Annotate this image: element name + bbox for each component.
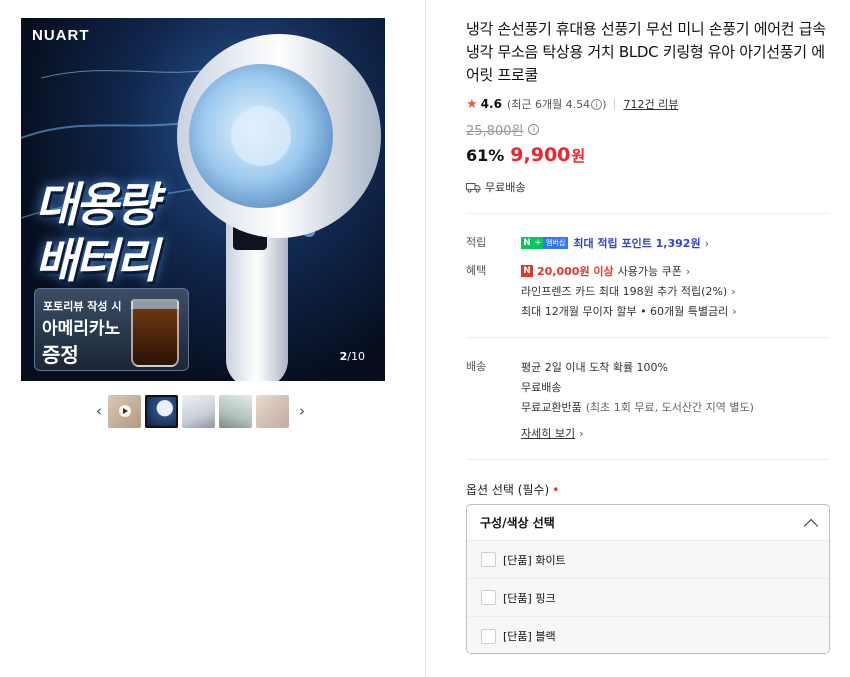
product-summary: 냉각 손선풍기 휴대용 선풍기 무선 미니 손풍기 에어컨 급속냉각 무소음 탁… [466, 18, 830, 195]
chevron-left-icon[interactable]: ‹ [90, 394, 108, 428]
product-title: 냉각 손선풍기 휴대용 선풍기 무선 미니 손풍기 에어컨 급속냉각 무소음 탁… [466, 20, 826, 84]
section-divider [466, 459, 830, 460]
thumbnail-product-fan[interactable] [145, 394, 178, 428]
discount-rate: 61% [466, 146, 505, 165]
delivery-arrival: 평균 2일 이내 도착 확률 100% [521, 361, 669, 374]
more-link-text: 자세히 보기 [521, 427, 576, 440]
checkbox[interactable] [481, 552, 496, 567]
delivery-more-link[interactable]: 자세히 보기 › [521, 423, 831, 443]
sale-price-row: 61% 9,900 원 [466, 144, 830, 166]
star-icon: ★ [466, 96, 478, 112]
main-product-image[interactable]: NUART 대용량 배터리 포토리뷰 작성 시 아메리카노 증정 2/10 [21, 18, 385, 381]
checkbox[interactable] [481, 590, 496, 605]
shipping-row: 무료배송 [466, 179, 830, 195]
option-select-toggle[interactable]: 구성/색상 선택 [467, 505, 829, 541]
image-counter: 2/10 [339, 350, 365, 363]
iced-coffee-icon [131, 299, 179, 367]
option-select-label: 구성/색상 선택 [480, 516, 555, 530]
option-item[interactable]: [단품] 화이트 [467, 541, 829, 579]
chevron-right-icon: › [685, 264, 691, 278]
chevron-up-icon [803, 518, 819, 533]
column-divider [425, 0, 426, 677]
required-mark: • [552, 483, 560, 497]
chevron-right-icon: › [579, 426, 584, 440]
installment-link[interactable]: 최대 12개월 무이자 할부 • 60개월 특별금리 › [521, 301, 831, 321]
chevron-right-icon: › [731, 284, 736, 298]
hero-headline: 대용량 배터리 [35, 178, 159, 289]
points-link[interactable]: N + 멤버십 최대 적립 포인트 1,392원 › [521, 233, 831, 253]
rating-recent-close: ) [602, 97, 607, 111]
promo-gift: 증정 [42, 343, 79, 367]
play-icon [119, 404, 131, 417]
thumbnail-model-1[interactable] [182, 394, 215, 428]
thumbnail-strip: ‹ › [90, 394, 311, 428]
chevron-right-icon: › [732, 304, 737, 318]
card-benefit-text: 라인프렌즈 카드 최대 198원 추가 적립(2%) [521, 285, 728, 298]
chevron-right-icon: › [704, 236, 709, 250]
points-text: 최대 적립 포인트 1,392원 [573, 237, 701, 250]
original-price-row: 25,800원 i [466, 120, 830, 139]
perks-label: 혜택 [466, 264, 487, 277]
naver-pay-icon: N [521, 265, 533, 277]
delivery-label: 배송 [466, 360, 487, 373]
promo-condition: 포토리뷰 작성 시 [43, 300, 122, 313]
coupon-text: 사용가능 쿠폰 [617, 265, 682, 278]
checkbox[interactable] [481, 628, 496, 644]
chevron-right-icon[interactable]: › [293, 394, 311, 428]
coupon-amount: 20,000원 이상 [537, 265, 614, 278]
sale-price: 9,900 [510, 144, 571, 166]
review-count-link[interactable]: 712건 리뷰 [623, 96, 678, 112]
coupon-link[interactable]: N 20,000원 이상 사용가능 쿠폰 › [521, 261, 831, 281]
section-divider [466, 337, 830, 338]
review-promo-box: 포토리뷰 작성 시 아메리카노 증정 [34, 288, 189, 371]
currency-unit: 원 [571, 147, 586, 165]
truck-icon [466, 182, 481, 193]
brand-logo: NUART [32, 27, 90, 44]
shipping-text: 무료배송 [485, 181, 526, 194]
rating-row: ★ 4.6 (최근 6개월 4.54 i ) 712건 리뷰 [466, 95, 830, 113]
price-info-icon[interactable]: i [528, 124, 540, 135]
product-gallery: NUART 대용량 배터리 포토리뷰 작성 시 아메리카노 증정 2/10 ‹ … [0, 0, 425, 677]
option-item[interactable]: [단품] 핑크 [467, 579, 829, 617]
delivery-fee: 무료배송 [521, 381, 562, 394]
installment-text: 최대 12개월 무이자 할부 • 60개월 특별금리 [521, 305, 729, 318]
option-item[interactable]: [단품] 블랙 [467, 617, 829, 653]
thumbnail-video[interactable] [108, 394, 141, 428]
section-divider [466, 213, 830, 214]
naver-membership-badge: N + 멤버십 [521, 237, 569, 249]
original-price: 25,800원 [466, 124, 524, 139]
promo-item: 아메리카노 [42, 319, 121, 339]
info-icon[interactable]: i [591, 98, 603, 110]
separator [614, 98, 616, 110]
thumbnail-pink-fan[interactable] [256, 394, 289, 428]
option-select: 구성/색상 선택 [단품] 화이트 [단품] 핑크 [단품] 블랙 [466, 504, 830, 654]
points-label: 적립 [466, 236, 487, 249]
option-title: 옵션 선택 (필수) • [466, 483, 560, 497]
thumbnail-model-2[interactable] [219, 394, 252, 428]
return-policy: 무료교환반품 (최초 1회 무료, 도서산간 지역 별도) [521, 401, 754, 414]
card-benefit-link[interactable]: 라인프렌즈 카드 최대 198원 추가 적립(2%) › [521, 281, 831, 301]
rating-recent: (최근 6개월 4.54 [506, 98, 591, 111]
rating-score: 4.6 [480, 97, 502, 111]
